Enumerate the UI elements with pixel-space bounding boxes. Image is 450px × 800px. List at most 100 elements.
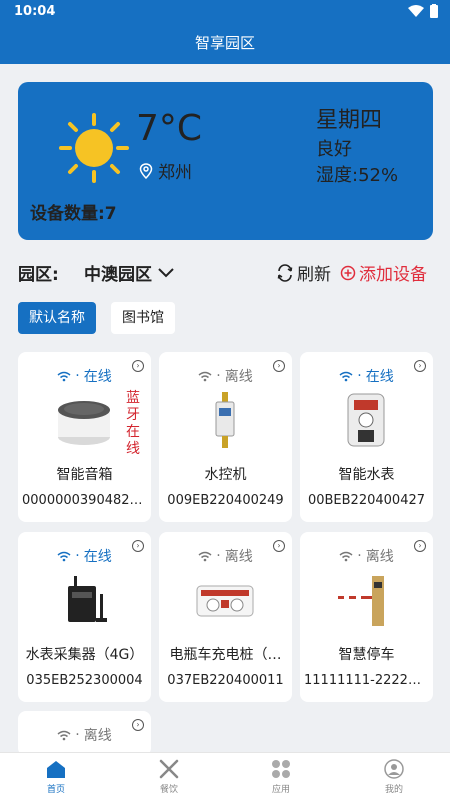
wifi-icon <box>57 551 71 561</box>
device-code: 037EB220400011 <box>167 673 284 688</box>
plus-circle-icon <box>340 265 356 280</box>
wifi-icon <box>408 5 424 17</box>
status-separator: · <box>216 368 221 384</box>
home-icon <box>47 761 65 778</box>
more-icon[interactable]: › <box>132 540 144 552</box>
device-name: 智能水表 <box>338 467 395 483</box>
location-pin-icon <box>139 162 153 179</box>
more-icon[interactable]: › <box>132 719 144 731</box>
city-location: 郑州 <box>138 158 192 183</box>
status-separator: · <box>75 548 80 564</box>
humidity: 湿度:52% <box>316 165 399 186</box>
more-icon[interactable]: › <box>273 540 285 552</box>
device-status: · 离线 <box>300 546 433 566</box>
more-icon[interactable]: › <box>273 360 285 372</box>
nav-label: 应用 <box>271 785 290 795</box>
device-card-smart-parking[interactable]: · 离线 › 智慧停车 11111111-22222… <box>300 532 433 702</box>
tab-default-name[interactable]: 默认名称 <box>18 302 96 334</box>
wifi-icon <box>198 371 212 381</box>
dining-icon <box>159 759 179 779</box>
device-card-charging-pile[interactable]: · 离线 › 电瓶车充电桩（… 037EB220400011 <box>159 532 292 702</box>
more-icon[interactable]: › <box>132 360 144 372</box>
speaker-icon <box>58 401 110 445</box>
sunny-icon <box>59 113 129 183</box>
device-status: · 在线 <box>300 366 433 386</box>
device-card-water-controller[interactable]: · 离线 › 水控机 009EB220400249 <box>159 352 292 522</box>
bottom-nav: 首页 餐饮 应用 我的 <box>0 752 450 800</box>
city-name: 郑州 <box>158 163 192 183</box>
apps-icon <box>272 760 290 778</box>
water-meter-icon <box>347 393 385 447</box>
nav-home[interactable]: 首页 <box>26 759 86 795</box>
air-quality: 良好 <box>316 139 352 160</box>
park-dropdown[interactable]: 中澳园区 <box>84 260 174 285</box>
device-code: 00BEB220400427 <box>307 493 426 508</box>
status-text: 在线 <box>365 369 394 385</box>
status-bar: 10:04 <box>0 0 450 24</box>
park-value: 中澳园区 <box>84 265 152 285</box>
nav-profile[interactable]: 我的 <box>364 759 424 795</box>
status-time: 10:04 <box>14 4 56 19</box>
status-text: 在线 <box>83 549 112 565</box>
device-code: 11111111-22222… <box>304 673 429 688</box>
more-icon[interactable]: › <box>414 540 426 552</box>
add-device-button[interactable]: 添加设备 <box>340 260 427 285</box>
profile-icon <box>384 759 404 779</box>
status-text: 在线 <box>83 369 112 385</box>
device-name: 水控机 <box>204 467 247 483</box>
tab-library[interactable]: 图书馆 <box>111 302 175 334</box>
status-separator: · <box>75 727 80 743</box>
device-card-partial[interactable]: · 离线 › <box>18 711 151 756</box>
nav-dining[interactable]: 餐饮 <box>139 759 199 795</box>
water-controller-icon <box>215 392 235 448</box>
app-header: 10:04 智享园区 <box>0 0 450 64</box>
device-code: 035EB252300004 <box>26 673 143 688</box>
device-code: 009EB220400249 <box>167 493 284 508</box>
nav-label: 首页 <box>46 785 65 795</box>
refresh-icon <box>277 263 293 282</box>
refresh-button[interactable]: 刷新 <box>276 260 331 285</box>
device-status: · 在线 <box>18 366 151 386</box>
device-count: 设备数量:7 <box>30 204 117 224</box>
page-title: 智享园区 <box>194 34 255 52</box>
device-code: 00000003904820… <box>22 493 147 508</box>
nav-apps[interactable]: 应用 <box>251 759 311 795</box>
status-text: 离线 <box>224 549 253 565</box>
status-separator: · <box>357 548 362 564</box>
status-text: 离线 <box>83 728 112 744</box>
data-collector-icon <box>68 576 107 622</box>
weekday: 星期四 <box>316 108 383 133</box>
nav-label: 我的 <box>384 785 403 795</box>
status-text: 离线 <box>365 549 394 565</box>
chevron-down-icon <box>158 267 174 277</box>
device-name: 水表采集器（4G） <box>25 647 144 663</box>
charging-pile-icon <box>196 585 254 617</box>
wifi-icon <box>339 551 353 561</box>
device-name: 电瓶车充电桩（… <box>169 647 282 663</box>
device-status: · 离线 <box>159 366 292 386</box>
status-separator: · <box>216 548 221 564</box>
device-card-smart-water-meter[interactable]: · 在线 › 智能水表 00BEB220400427 <box>300 352 433 522</box>
parking-barrier-icon <box>338 576 384 626</box>
nav-label: 餐饮 <box>159 785 178 795</box>
status-separator: · <box>75 368 80 384</box>
refresh-label: 刷新 <box>297 265 331 285</box>
more-icon[interactable]: › <box>414 360 426 372</box>
device-name: 智慧停车 <box>338 647 395 663</box>
wifi-icon <box>57 730 71 740</box>
device-status: · 在线 <box>18 546 151 566</box>
wifi-icon <box>339 371 353 381</box>
status-icons <box>408 4 438 18</box>
status-text: 离线 <box>224 369 253 385</box>
status-separator: · <box>357 368 362 384</box>
battery-icon <box>430 4 438 18</box>
park-label: 园区: <box>18 265 59 285</box>
device-card-data-collector[interactable]: · 在线 › 水表采集器（4G） 035EB252300004 <box>18 532 151 702</box>
bluetooth-online-badge: 蓝牙在线 <box>126 390 140 457</box>
temperature: 7°C <box>136 108 203 149</box>
wifi-icon <box>198 551 212 561</box>
wifi-icon <box>57 371 71 381</box>
device-name: 智能音箱 <box>56 467 113 483</box>
add-device-label: 添加设备 <box>359 265 427 285</box>
device-status: · 离线 <box>159 546 292 566</box>
